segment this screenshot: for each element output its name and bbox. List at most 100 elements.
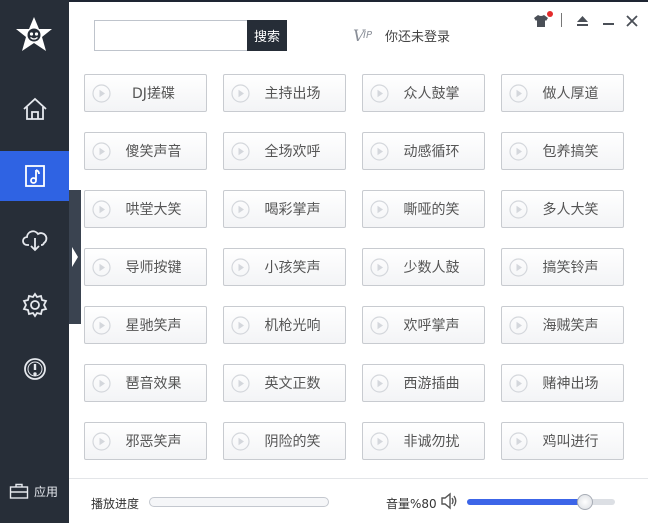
play-icon: [509, 257, 528, 277]
sound-button[interactable]: 琶音效果: [84, 364, 207, 402]
play-icon: [231, 141, 250, 161]
sound-button-label: 动感循环: [403, 144, 460, 160]
play-icon: [231, 83, 250, 103]
sidebar-item-home[interactable]: [0, 84, 69, 134]
close-button[interactable]: [623, 12, 641, 30]
play-icon: [509, 199, 528, 219]
sidebar-item-about[interactable]: [0, 344, 69, 394]
sound-button[interactable]: 主持出场: [223, 74, 346, 112]
sound-button[interactable]: 动感循环: [362, 132, 485, 170]
sound-button[interactable]: 喝彩掌声: [223, 190, 346, 228]
exclamation-icon: [23, 358, 46, 380]
sound-button-label: 全场欢呼: [264, 144, 321, 160]
sound-button[interactable]: 英文正数: [223, 364, 346, 402]
sound-button-label: 海贼笑声: [542, 318, 599, 334]
sound-button[interactable]: 傻笑声音: [84, 132, 207, 170]
login-status-link[interactable]: 你还未登录: [385, 26, 450, 45]
sound-button[interactable]: 赌神出场: [501, 364, 624, 402]
sidebar: 应用: [0, 0, 69, 523]
sound-button-label: 机枪光响: [264, 318, 321, 334]
sound-button-label: DJ搓碟: [132, 86, 175, 102]
play-icon: [509, 431, 528, 451]
sound-button[interactable]: 做人厚道: [501, 74, 624, 112]
sound-button[interactable]: 导师按键: [84, 248, 207, 286]
sidebar-item-cloud-download[interactable]: [0, 214, 69, 264]
minimize-button[interactable]: [599, 12, 617, 30]
sound-button-label: 欢呼掌声: [403, 318, 460, 334]
volume-slider[interactable]: [467, 494, 615, 510]
sound-button[interactable]: 嘶哑的笑: [362, 190, 485, 228]
play-icon: [231, 373, 250, 393]
sound-button-label: 阴险的笑: [264, 434, 321, 450]
sound-button[interactable]: 少数人鼓: [362, 248, 485, 286]
house-icon: [22, 97, 47, 120]
sound-button[interactable]: 多人大笑: [501, 190, 624, 228]
vip-icon: V IP: [353, 26, 373, 45]
play-icon: [370, 431, 389, 451]
sound-button[interactable]: 包养搞笑: [501, 132, 624, 170]
skin-icon: [534, 15, 548, 27]
player-bar: 播放进度 音量%80: [69, 478, 648, 523]
search-button[interactable]: 搜索: [247, 20, 287, 51]
play-icon: [92, 257, 111, 277]
sidebar-item-music-library[interactable]: [0, 151, 69, 201]
play-icon: [509, 315, 528, 335]
top-bar: 搜索 V IP 你还未登录: [69, 0, 648, 66]
sound-effect-grid: DJ搓碟 主持出场 众人鼓掌 做人厚道傻笑声音 全场欢呼 动感循环 包养搞笑哄堂大笑 喝彩掌声…: [69, 66, 648, 478]
play-icon: [92, 141, 111, 161]
svg-text:IP: IP: [363, 30, 373, 41]
close-icon: [626, 15, 638, 27]
sound-button[interactable]: 鸡叫进行: [501, 422, 624, 460]
sound-button[interactable]: 欢呼掌声: [362, 306, 485, 344]
gear-icon: [22, 292, 47, 318]
sidebar-item-settings[interactable]: [0, 280, 69, 330]
sound-button-label: 鸡叫进行: [542, 434, 599, 450]
notification-dot: [547, 11, 553, 17]
sound-button[interactable]: 阴险的笑: [223, 422, 346, 460]
play-icon: [370, 257, 389, 277]
app-entry-button[interactable]: 应用: [9, 482, 58, 500]
play-icon: [92, 199, 111, 219]
progress-label: 播放进度: [91, 497, 140, 511]
sound-button[interactable]: 小孩笑声: [223, 248, 346, 286]
play-icon: [92, 431, 111, 451]
music-note-icon: [24, 165, 45, 187]
sound-button-label: 喝彩掌声: [264, 202, 321, 218]
play-icon: [509, 141, 528, 161]
play-icon: [370, 315, 389, 335]
sound-button[interactable]: 搞笑铃声: [501, 248, 624, 286]
play-icon: [370, 373, 389, 393]
sound-button-label: 包养搞笑: [542, 144, 599, 160]
sound-button-label: 嘶哑的笑: [403, 202, 460, 218]
speaker-icon[interactable]: [439, 491, 459, 511]
play-icon: [92, 373, 111, 393]
volume-handle[interactable]: [577, 494, 594, 510]
sound-button-label: 非诚勿扰: [403, 434, 460, 450]
play-icon: [92, 315, 111, 335]
star-logo-icon: [16, 17, 52, 51]
sound-button-label: 英文正数: [264, 376, 321, 392]
sound-button-label: 哄堂大笑: [125, 202, 182, 218]
progress-bar[interactable]: [149, 497, 329, 507]
sound-button-label: 琶音效果: [125, 376, 182, 392]
collapse-up-icon: [576, 16, 588, 26]
sound-button[interactable]: 机枪光响: [223, 306, 346, 344]
sound-button-label: 做人厚道: [542, 86, 599, 102]
sound-button[interactable]: 星驰笑声: [84, 306, 207, 344]
search-input[interactable]: [94, 20, 248, 51]
sound-button[interactable]: 众人鼓掌: [362, 74, 485, 112]
sound-button-label: 傻笑声音: [125, 144, 182, 160]
sound-button[interactable]: 邪恶笑声: [84, 422, 207, 460]
sound-button[interactable]: 哄堂大笑: [84, 190, 207, 228]
sound-button[interactable]: DJ搓碟: [84, 74, 207, 112]
sound-button[interactable]: 西游插曲: [362, 364, 485, 402]
play-icon: [231, 257, 250, 277]
play-icon: [231, 315, 250, 335]
volume-fill: [467, 499, 586, 505]
briefcase-icon: [9, 483, 29, 499]
sound-button[interactable]: 全场欢呼: [223, 132, 346, 170]
sound-button[interactable]: 非诚勿扰: [362, 422, 485, 460]
sound-button-label: 小孩笑声: [264, 260, 321, 276]
collapse-up-button[interactable]: [573, 12, 591, 30]
sound-button[interactable]: 海贼笑声: [501, 306, 624, 344]
